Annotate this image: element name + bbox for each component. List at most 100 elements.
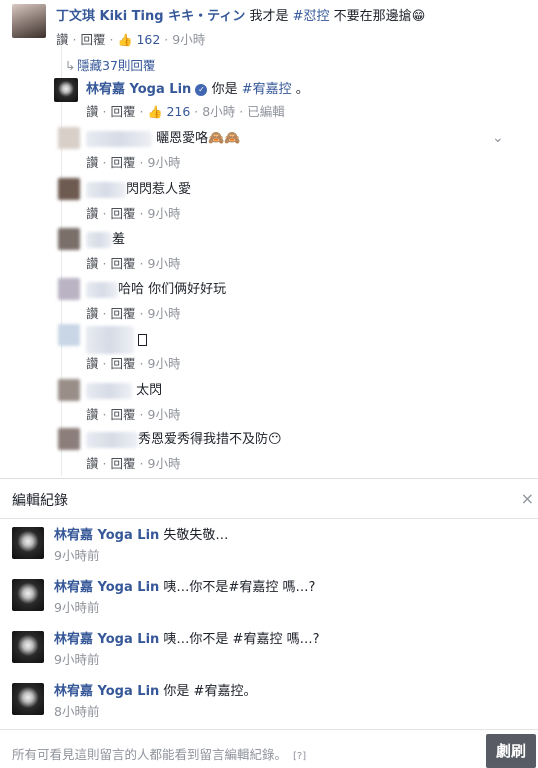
grin-emoji-icon: 😁 <box>411 9 426 24</box>
separator: · <box>239 104 244 119</box>
reply-actions: 讚 · 回覆 · 9小時 <box>86 152 180 171</box>
edit-history-dialog: 編輯紀錄 × 林宥嘉 Yoga Lin 失敬失敬… 9小時前 林宥嘉 Yoga … <box>0 478 538 768</box>
entry-author-link[interactable]: 林宥嘉 Yoga Lin <box>54 632 159 647</box>
separator: · <box>102 306 107 321</box>
close-icon[interactable]: × <box>521 489 534 508</box>
missing-glyph-icon <box>138 334 148 346</box>
reply-link[interactable]: 回覆 <box>111 155 136 170</box>
blurred-author-name[interactable] <box>86 130 152 147</box>
like-link[interactable]: 讚 <box>56 32 69 47</box>
reply-hashtag-link[interactable]: #宥嘉控 <box>242 82 292 97</box>
reply-author-link[interactable]: 林宥嘉 Yoga Lin <box>86 82 191 97</box>
reply-item: 讚 · 回覆 · 9小時 <box>54 324 524 372</box>
edited-link[interactable]: 已編輯 <box>247 104 285 119</box>
reply-actions: 讚 · 回覆 · 9小時 <box>86 253 180 272</box>
yoga-lin-avatar[interactable] <box>12 579 44 611</box>
like-link[interactable]: 讚 <box>86 155 99 170</box>
blurred-author-name[interactable] <box>86 181 126 198</box>
reply-timestamp[interactable]: 9小時 <box>148 356 181 371</box>
edit-history-entry: 林宥嘉 Yoga Lin 失敬失敬… 9小時前 <box>12 521 512 565</box>
like-link[interactable]: 讚 <box>86 356 99 371</box>
help-link[interactable]: [?] <box>287 751 306 762</box>
separator: · <box>139 407 144 422</box>
commenter-avatar[interactable] <box>58 178 80 200</box>
reply-text: 。 <box>295 82 309 97</box>
reply-timestamp[interactable]: 9小時 <box>148 456 181 471</box>
reply-timestamp[interactable]: 9小時 <box>148 206 181 221</box>
like-count[interactable]: 216 <box>166 104 190 119</box>
separator: · <box>139 206 144 221</box>
watermark-logo: 劇刷 <box>486 734 536 768</box>
dialog-header: 編輯紀錄 × <box>0 479 538 519</box>
reply-link[interactable]: 回覆 <box>111 356 136 371</box>
separator: · <box>72 32 77 47</box>
like-count[interactable]: 162 <box>136 32 160 47</box>
comment-timestamp[interactable]: 9小時 <box>172 32 205 47</box>
reply-item: 閃閃惹人愛 讚 · 回覆 · 9小時 <box>54 178 524 224</box>
commenter-avatar[interactable] <box>58 379 80 401</box>
reply-link[interactable]: 回覆 <box>111 456 136 471</box>
commenter-avatar[interactable] <box>58 324 80 346</box>
separator: · <box>102 104 107 119</box>
thumbs-up-icon: 👍 <box>147 105 163 119</box>
blurred-author-name[interactable] <box>86 326 134 354</box>
reply-actions: 讚 · 回覆 · 9小時 <box>86 453 180 472</box>
footer-note: 所有可看見這則留言的人都能看到留言編輯紀錄。 <box>12 747 288 762</box>
yoga-lin-avatar[interactable] <box>12 683 44 715</box>
reply-text: 羞 <box>112 232 126 247</box>
edit-history-entry: 林宥嘉 Yoga Lin 咦…你不是#宥嘉控 嗎…? 9小時前 <box>12 573 512 617</box>
like-link[interactable]: 讚 <box>86 306 99 321</box>
entry-timestamp: 9小時前 <box>54 548 100 563</box>
yoga-lin-avatar[interactable] <box>54 78 78 102</box>
comment-hashtag-link[interactable]: #怼控 <box>293 9 330 24</box>
separator: · <box>102 155 107 170</box>
blurred-author-name[interactable] <box>86 431 138 448</box>
like-link[interactable]: 讚 <box>86 456 99 471</box>
reply-item: 林宥嘉 Yoga Lin ✓ 你是 #宥嘉控 。 讚 · 回覆 · 👍 216 · 8小時 ·… <box>54 76 524 122</box>
show-hidden-replies-link[interactable]: ↳ 隱藏37則回覆 <box>65 55 155 74</box>
reply-link[interactable]: 回覆 <box>111 104 136 119</box>
commenter-avatar[interactable] <box>58 278 80 300</box>
like-link[interactable]: 讚 <box>86 104 99 119</box>
commenter-avatar[interactable] <box>12 4 46 38</box>
reply-link[interactable]: 回覆 <box>111 206 136 221</box>
blurred-author-name[interactable] <box>86 382 132 399</box>
reply-link[interactable]: 回覆 <box>111 256 136 271</box>
reply-link[interactable]: 回覆 <box>111 407 136 422</box>
commenter-avatar[interactable] <box>58 228 80 250</box>
comment-text: 不要在那邊搶 <box>333 9 412 24</box>
blurred-author-name[interactable] <box>86 231 112 248</box>
commenter-avatar[interactable] <box>58 428 80 450</box>
comment-author-link[interactable]: 丁文琪 Kiki Ting キキ・ティン <box>56 9 245 24</box>
blurred-author-name[interactable] <box>86 281 118 298</box>
hidden-replies-label[interactable]: 隱藏37則回覆 <box>77 58 155 73</box>
reply-timestamp[interactable]: 9小時 <box>148 306 181 321</box>
separator: · <box>139 356 144 371</box>
reply-timestamp[interactable]: 9小時 <box>148 256 181 271</box>
reply-link[interactable]: 回覆 <box>81 32 106 47</box>
like-link[interactable]: 讚 <box>86 256 99 271</box>
reply-text: 哈哈 你们俩好好玩 <box>118 282 227 297</box>
reply-timestamp[interactable]: 9小時 <box>148 407 181 422</box>
like-link[interactable]: 讚 <box>86 206 99 221</box>
yoga-lin-avatar[interactable] <box>12 527 44 559</box>
reply-item: 哈哈 你们俩好好玩 讚 · 回覆 · 9小時 <box>54 278 524 324</box>
separator: · <box>102 407 107 422</box>
yoga-lin-avatar[interactable] <box>12 631 44 663</box>
reply-text: 秀恩爱秀得我措不及防😶 <box>138 432 282 447</box>
reply-timestamp[interactable]: 9小時 <box>148 155 181 170</box>
separator: · <box>139 256 144 271</box>
edit-history-entry: 林宥嘉 Yoga Lin 你是 #宥嘉控。 8小時前 <box>12 677 512 721</box>
reply-timestamp[interactable]: 8小時 <box>202 104 235 119</box>
separator: · <box>102 456 107 471</box>
reply-link[interactable]: 回覆 <box>111 306 136 321</box>
reply-text: 太閃 <box>136 383 163 398</box>
like-link[interactable]: 讚 <box>86 407 99 422</box>
separator: · <box>139 306 144 321</box>
entry-author-link[interactable]: 林宥嘉 Yoga Lin <box>54 580 159 595</box>
entry-author-link[interactable]: 林宥嘉 Yoga Lin <box>54 684 159 699</box>
reply-item: 羞 讚 · 回覆 · 9小時 <box>54 228 524 274</box>
reply-text: 曬恩愛咯🙈🙈 <box>156 131 241 146</box>
entry-author-link[interactable]: 林宥嘉 Yoga Lin <box>54 528 159 543</box>
commenter-avatar[interactable] <box>58 127 80 149</box>
